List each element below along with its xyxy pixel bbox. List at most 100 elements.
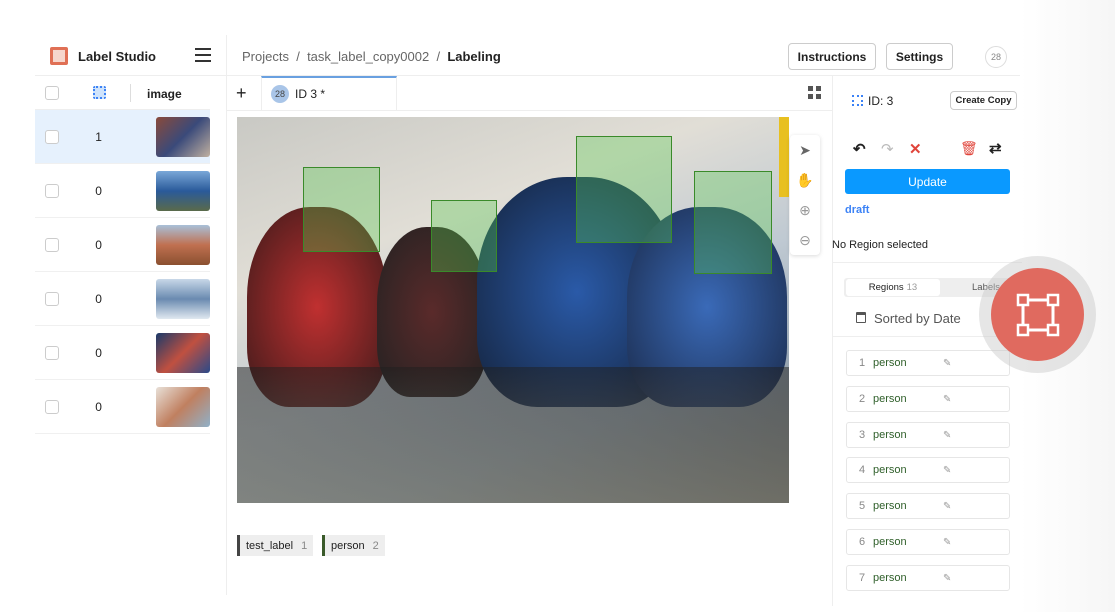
delete-icon[interactable]: 🗑 (960, 140, 978, 157)
region-index: 7 (859, 572, 866, 584)
annotations-column-icon (93, 86, 106, 99)
row-checkbox[interactable] (45, 129, 59, 144)
region-label: person (873, 393, 907, 405)
row-checkbox[interactable] (45, 345, 59, 360)
region-edit-icon[interactable]: ✎ (943, 573, 951, 584)
region-index: 5 (859, 500, 866, 512)
tab-regions-label: Regions (868, 282, 904, 293)
region-label: person (873, 464, 907, 476)
region-edit-icon[interactable]: ✎ (943, 537, 951, 548)
image-toolbar: ➤ ✋ ⊕ ⊖ (790, 135, 820, 255)
hamburger-menu-icon[interactable] (195, 48, 211, 62)
region-item[interactable]: 5 person ✎ (846, 493, 1010, 519)
region-index: 6 (859, 536, 866, 548)
column-divider (130, 84, 131, 102)
tab-avatar: 28 (271, 85, 289, 103)
region-index: 2 (859, 393, 866, 405)
region-label: person (873, 357, 907, 369)
label-name: test_label (246, 539, 294, 552)
breadcrumb-projects[interactable]: Projects (242, 49, 289, 64)
grid-view-icon[interactable] (808, 86, 821, 99)
label-hotkey: 1 (301, 539, 308, 552)
labeling-image[interactable] (237, 117, 789, 503)
region-item[interactable]: 1 person ✎ (846, 350, 1010, 376)
region-index: 1 (859, 357, 866, 369)
breadcrumb: Projects / task_label_copy0002 / Labelin… (242, 49, 501, 64)
brand-name: Label Studio (78, 49, 156, 64)
reset-icon[interactable]: ✕ (909, 140, 922, 158)
user-avatar[interactable]: 28 (985, 46, 1007, 68)
undo-icon[interactable]: ↶ (853, 140, 866, 158)
select-all-checkbox[interactable] (45, 86, 59, 100)
region-edit-icon[interactable]: ✎ (943, 394, 951, 405)
add-tab-button[interactable]: + (236, 83, 247, 104)
region-edit-icon[interactable]: ✎ (943, 430, 951, 441)
rectangle-tool-bubble (991, 268, 1084, 361)
bbox-person[interactable] (303, 167, 380, 252)
task-row[interactable]: 1 (35, 110, 210, 164)
region-index: 4 (859, 464, 866, 476)
region-index: 3 (859, 429, 866, 441)
task-row[interactable]: 0 (35, 218, 210, 272)
task-thumbnail (156, 332, 210, 373)
image-road (237, 367, 789, 503)
task-thumbnail (156, 386, 210, 427)
column-image-header[interactable]: image (147, 87, 182, 101)
swap-icon[interactable]: ⇄ (989, 139, 1002, 157)
row-checkbox[interactable] (45, 237, 59, 252)
select-tool-icon[interactable]: ➤ (799, 142, 811, 159)
calendar-icon (856, 312, 866, 323)
breadcrumb-project[interactable]: task_label_copy0002 (307, 49, 429, 64)
bbox-person[interactable] (694, 171, 772, 274)
task-row[interactable]: 0 (35, 272, 210, 326)
instructions-button[interactable]: Instructions (788, 43, 876, 70)
annotation-count: 0 (95, 291, 102, 306)
region-id-icon (852, 95, 863, 106)
create-copy-button[interactable]: Create Copy (950, 91, 1017, 110)
region-item[interactable]: 3 person ✎ (846, 422, 1010, 448)
region-item[interactable]: 6 person ✎ (846, 529, 1010, 555)
breadcrumb-page: Labeling (447, 49, 501, 64)
bbox-person[interactable] (576, 136, 672, 243)
task-row[interactable]: 0 (35, 380, 210, 434)
label-person[interactable]: person 2 (322, 535, 385, 556)
region-item[interactable]: 7 person ✎ (846, 565, 1010, 591)
zoom-out-icon[interactable]: ⊖ (799, 232, 811, 249)
task-thumbnail (156, 116, 210, 157)
region-label: person (873, 572, 907, 584)
rectangle-tool-icon (1016, 293, 1059, 336)
bbox-person[interactable] (431, 200, 497, 272)
breadcrumb-separator: / (436, 49, 441, 64)
region-edit-icon[interactable]: ✎ (943, 501, 951, 512)
region-edit-icon[interactable]: ✎ (943, 465, 951, 476)
side-divider-h (832, 262, 1022, 263)
annotation-count: 1 (95, 129, 102, 144)
redo-icon[interactable]: ↷ (881, 140, 894, 158)
tab-id-3[interactable]: 28 ID 3 * (261, 76, 397, 110)
divider (226, 35, 227, 595)
header-divider (35, 75, 1020, 76)
label-studio-logo-icon (50, 47, 68, 65)
zoom-in-icon[interactable]: ⊕ (799, 202, 811, 219)
region-label: person (873, 429, 907, 441)
region-edit-icon[interactable]: ✎ (943, 358, 951, 369)
pan-tool-icon[interactable]: ✋ (796, 172, 813, 189)
task-thumbnail (156, 170, 210, 211)
task-row[interactable]: 0 (35, 164, 210, 218)
region-label: person (873, 536, 907, 548)
row-checkbox[interactable] (45, 291, 59, 306)
tab-regions[interactable]: Regions 13 (846, 279, 940, 296)
settings-button[interactable]: Settings (886, 43, 953, 70)
task-thumbnail (156, 278, 210, 319)
status-draft: draft (845, 204, 870, 216)
task-row[interactable]: 0 (35, 326, 210, 380)
label-test-label[interactable]: test_label 1 (237, 535, 314, 556)
region-item[interactable]: 4 person ✎ (846, 457, 1010, 483)
annotation-count: 0 (95, 237, 102, 252)
sorted-by-date[interactable]: Sorted by Date (874, 311, 961, 326)
image-flag (779, 117, 789, 197)
update-button[interactable]: Update (845, 169, 1010, 194)
region-item[interactable]: 2 person ✎ (846, 386, 1010, 412)
row-checkbox[interactable] (45, 399, 59, 414)
row-checkbox[interactable] (45, 183, 59, 198)
